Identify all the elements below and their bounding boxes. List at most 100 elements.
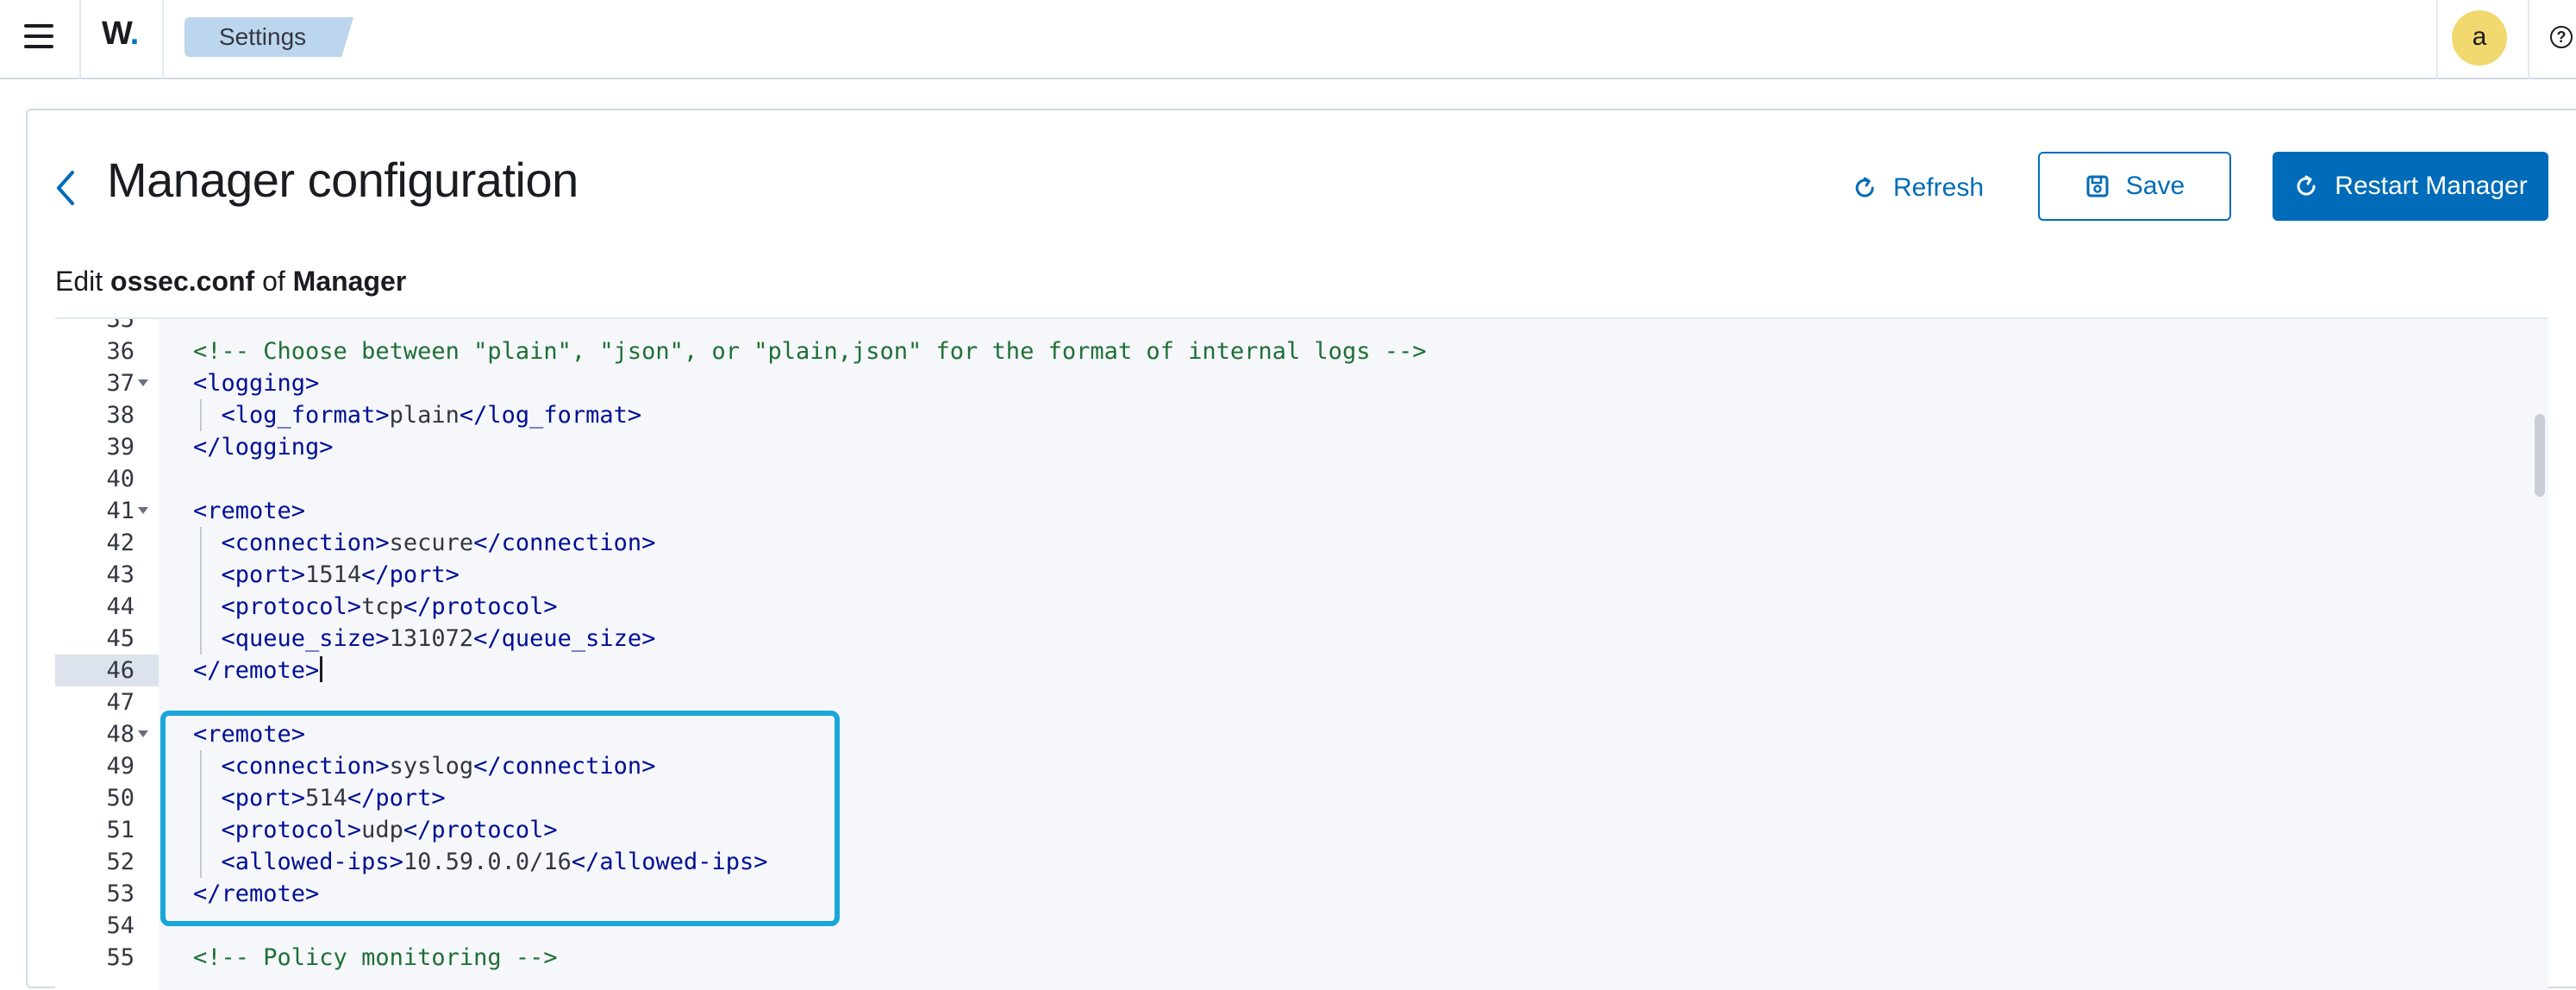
- code-line[interactable]: 51 <protocol>udp</protocol>: [55, 814, 2548, 846]
- code-line[interactable]: 50 <port>514</port>: [55, 782, 2548, 814]
- code-text: <protocol>udp</protocol>: [193, 814, 558, 846]
- xml-tag: </allowed-ips>: [571, 849, 768, 875]
- line-number: 39: [106, 434, 134, 461]
- header-divider: [79, 0, 81, 79]
- edit-file-label: Edit ossec.conf of Manager: [55, 266, 406, 298]
- code-line[interactable]: 39 </logging>: [55, 431, 2548, 463]
- xml-tag: <connection>: [193, 529, 390, 556]
- app-logo[interactable]: W.: [102, 16, 139, 53]
- indent-guide: [200, 623, 202, 655]
- code-line[interactable]: 47: [55, 686, 2548, 718]
- code-text: <log_format>plain</log_format>: [193, 399, 642, 431]
- code-line[interactable]: 35: [55, 319, 2548, 335]
- code-line[interactable]: 52 <allowed-ips>10.59.0.0/16</allowed-ip…: [55, 846, 2548, 878]
- indent-guide: [200, 814, 202, 846]
- menu-icon[interactable]: [24, 24, 55, 50]
- code-text: <remote>: [193, 495, 305, 527]
- save-label: Save: [2125, 172, 2185, 200]
- refresh-icon: [1855, 177, 1874, 197]
- fold-toggle-icon[interactable]: [138, 507, 148, 514]
- xml-value: secure: [389, 529, 474, 556]
- help-icon[interactable]: ?: [2550, 26, 2573, 48]
- xml-tag: <connection>: [193, 753, 390, 780]
- code-line[interactable]: 42 <connection>secure</connection>: [55, 527, 2548, 559]
- logo-letter: W: [102, 16, 131, 52]
- code-line[interactable]: 40: [55, 463, 2548, 495]
- fold-toggle-icon[interactable]: [138, 730, 148, 737]
- line-number: 52: [106, 849, 134, 875]
- code-line[interactable]: 54: [55, 910, 2548, 942]
- code-text: </logging>: [193, 431, 334, 463]
- xml-tag: <port>: [193, 785, 306, 811]
- save-icon: [2086, 175, 2109, 197]
- indent-guide: [200, 782, 202, 814]
- text-cursor: [320, 656, 323, 682]
- code-line[interactable]: 55 <!-- Policy monitoring -->: [55, 942, 2548, 974]
- xml-comment: <!-- Policy monitoring -->: [193, 944, 558, 971]
- code-line[interactable]: 43 <port>1514</port>: [55, 559, 2548, 591]
- indent-guide: [200, 559, 202, 591]
- line-number: 46: [106, 657, 134, 684]
- code-text: <remote>: [193, 718, 305, 750]
- code-text: <port>514</port>: [193, 782, 446, 814]
- xml-tag: </logging>: [193, 434, 334, 461]
- xml-value: tcp: [361, 593, 403, 620]
- page-title: Manager configuration: [107, 153, 578, 207]
- xml-tag: </port>: [347, 785, 446, 811]
- edit-mid: of: [254, 266, 293, 297]
- xml-tag: <protocol>: [193, 817, 362, 843]
- indent-guide: [200, 750, 202, 782]
- code-text: <logging>: [193, 367, 319, 399]
- xml-value: udp: [361, 817, 403, 843]
- top-header: W. Settings a ?: [0, 0, 2576, 79]
- xml-tag: </remote>: [193, 880, 320, 907]
- code-text: <protocol>tcp</protocol>: [193, 591, 558, 623]
- code-line[interactable]: 41 <remote>: [55, 495, 2548, 527]
- xml-value: plain: [389, 402, 460, 429]
- code-line[interactable]: 49 <connection>syslog</connection>: [55, 750, 2548, 782]
- code-text: <queue_size>131072</queue_size>: [193, 623, 656, 655]
- line-number: 44: [106, 593, 134, 620]
- code-line[interactable]: 48 <remote>: [55, 718, 2548, 750]
- indent-guide: [200, 846, 202, 878]
- breadcrumb-settings[interactable]: Settings: [184, 17, 353, 57]
- fold-toggle-icon[interactable]: [138, 379, 148, 386]
- xml-tag: </protocol>: [403, 593, 558, 620]
- xml-tag: </log_format>: [459, 402, 642, 429]
- edit-file-name: ossec.conf: [110, 266, 255, 297]
- restart-manager-button[interactable]: Restart Manager: [2273, 152, 2548, 221]
- line-number: 40: [106, 466, 134, 492]
- save-button[interactable]: Save: [2038, 152, 2231, 221]
- refresh-button[interactable]: Refresh: [1852, 169, 1984, 207]
- xml-tag: </protocol>: [403, 817, 558, 843]
- code-text: <port>1514</port>: [193, 559, 460, 591]
- line-number: 37: [106, 370, 134, 397]
- code-editor[interactable]: 35 36 <!-- Choose between "plain", "json",…: [55, 317, 2548, 990]
- xml-comment: <!-- Choose between "plain", "json", or …: [193, 338, 1427, 365]
- restart-icon: [2297, 175, 2316, 196]
- code-text: <!-- Policy monitoring -->: [193, 942, 558, 974]
- xml-tag: <logging>: [193, 370, 320, 397]
- line-number: 38: [106, 402, 134, 429]
- code-line[interactable]: 45 <queue_size>131072</queue_size>: [55, 623, 2548, 655]
- line-number: 49: [106, 753, 134, 780]
- xml-value: syslog: [389, 753, 474, 780]
- line-number: 48: [106, 721, 134, 748]
- line-number: 50: [106, 785, 134, 811]
- code-text: <connection>secure</connection>: [193, 527, 656, 559]
- code-line[interactable]: 53 </remote>: [55, 878, 2548, 910]
- user-avatar[interactable]: a: [2452, 10, 2507, 66]
- code-line[interactable]: 38 <log_format>plain</log_format>: [55, 399, 2548, 431]
- code-line[interactable]: 46 </remote>: [55, 655, 2548, 686]
- code-line[interactable]: 36 <!-- Choose between "plain", "json", o…: [55, 335, 2548, 367]
- code-line[interactable]: 44 <protocol>tcp</protocol>: [55, 591, 2548, 623]
- code-line[interactable]: 37 <logging>: [55, 367, 2548, 399]
- refresh-label: Refresh: [1893, 173, 1985, 202]
- line-number: 41: [106, 498, 134, 524]
- back-arrow-icon[interactable]: [53, 169, 78, 207]
- line-number: 47: [106, 689, 134, 716]
- xml-tag: <protocol>: [193, 593, 362, 620]
- editor-scrollbar[interactable]: [2535, 414, 2545, 497]
- code-text: <!-- Choose between "plain", "json", or …: [193, 335, 1426, 367]
- line-number: 43: [106, 561, 134, 588]
